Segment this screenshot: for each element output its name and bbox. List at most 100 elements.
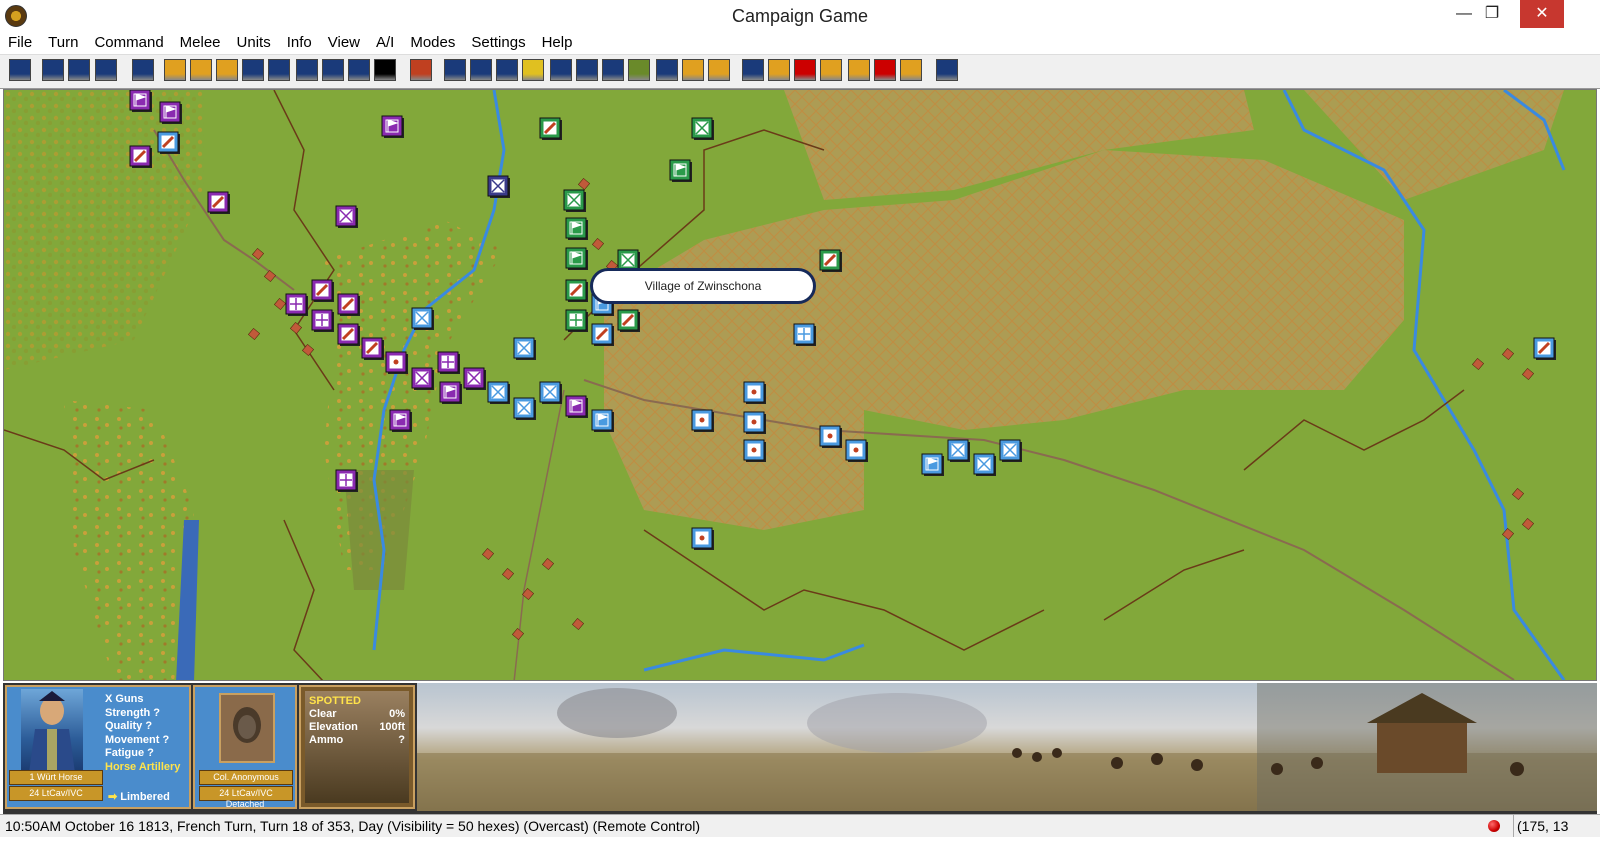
unit-counter[interactable] — [743, 411, 766, 434]
menu-units[interactable]: Units — [229, 32, 279, 54]
fire-icon[interactable] — [410, 59, 432, 81]
unit-counter[interactable] — [361, 337, 384, 360]
unit-counter[interactable] — [311, 309, 334, 332]
split-icon[interactable] — [682, 59, 704, 81]
combine-icon[interactable] — [708, 59, 730, 81]
unit-counter[interactable] — [691, 117, 714, 140]
close-button[interactable]: ✕ — [1520, 0, 1564, 28]
gear-icon[interactable] — [820, 59, 842, 81]
leader-icon[interactable] — [242, 59, 264, 81]
unit-counter[interactable] — [539, 381, 562, 404]
hex-icon[interactable] — [322, 59, 344, 81]
maximize-button[interactable]: ❐ — [1475, 0, 1509, 28]
flag-icon[interactable] — [444, 59, 466, 81]
cross-icon[interactable] — [656, 59, 678, 81]
unit-counter[interactable] — [337, 293, 360, 316]
new-icon[interactable] — [42, 59, 64, 81]
unit-counter[interactable] — [819, 425, 842, 448]
unit-counter[interactable] — [389, 409, 412, 432]
unit-counter[interactable] — [411, 367, 434, 390]
red-icon[interactable] — [794, 59, 816, 81]
unit-counter[interactable] — [513, 337, 536, 360]
unit-counter[interactable] — [947, 439, 970, 462]
menu-file[interactable]: File — [0, 32, 40, 54]
menu-turn[interactable]: Turn — [40, 32, 86, 54]
unit-counter[interactable] — [487, 175, 510, 198]
menu-ai[interactable]: A/I — [368, 32, 402, 54]
unit-counter[interactable] — [335, 469, 358, 492]
chain-icon[interactable] — [900, 59, 922, 81]
unit-counter[interactable] — [819, 249, 842, 272]
game-map[interactable]: Village of Zwinschona — [3, 89, 1597, 681]
unit-counter[interactable] — [335, 205, 358, 228]
unit-counter[interactable] — [129, 145, 152, 168]
unit-counter[interactable] — [437, 351, 460, 374]
unit-counter[interactable] — [743, 381, 766, 404]
menu-settings[interactable]: Settings — [463, 32, 533, 54]
unit-counter[interactable] — [743, 439, 766, 462]
oval-icon[interactable] — [522, 59, 544, 81]
help-icon[interactable] — [936, 59, 958, 81]
center-icon[interactable] — [9, 59, 31, 81]
open-icon[interactable] — [68, 59, 90, 81]
menu-modes[interactable]: Modes — [402, 32, 463, 54]
unit-counter[interactable] — [207, 191, 230, 214]
unit-counter[interactable] — [591, 409, 614, 432]
box-icon[interactable] — [296, 59, 318, 81]
unit-counter[interactable] — [337, 323, 360, 346]
unit-counter[interactable] — [591, 323, 614, 346]
disc-icon[interactable] — [874, 59, 896, 81]
menu-info[interactable]: Info — [279, 32, 320, 54]
unit-counter[interactable] — [845, 439, 868, 462]
unit-counter[interactable] — [691, 409, 714, 432]
compass-icon[interactable] — [470, 59, 492, 81]
unit-counter[interactable] — [793, 323, 816, 346]
unit-counter[interactable] — [691, 527, 714, 550]
ball-icon[interactable] — [374, 59, 396, 81]
order-icon[interactable] — [164, 59, 186, 81]
unit-info-panel[interactable]: X Guns Strength ? Quality ? Movement ? F… — [5, 685, 191, 809]
menu-command[interactable]: Command — [86, 32, 171, 54]
unit-counter[interactable] — [439, 381, 462, 404]
chart-icon[interactable] — [496, 59, 518, 81]
pin-icon[interactable] — [576, 59, 598, 81]
tent-icon[interactable] — [602, 59, 624, 81]
menu-melee[interactable]: Melee — [172, 32, 229, 54]
order3-icon[interactable] — [216, 59, 238, 81]
unit-counter[interactable] — [311, 279, 334, 302]
unit-counter[interactable] — [411, 307, 434, 330]
unit-counter[interactable] — [565, 395, 588, 418]
unit-counter[interactable] — [617, 309, 640, 332]
menu-help[interactable]: Help — [534, 32, 581, 54]
leader-panel[interactable]: Col. Anonymous 24 LtCav/IVC Detached — [193, 685, 297, 809]
unit-counter[interactable] — [463, 367, 486, 390]
d-icon[interactable] — [848, 59, 870, 81]
save-icon[interactable] — [95, 59, 117, 81]
unit-counter[interactable] — [565, 309, 588, 332]
target-icon[interactable] — [268, 59, 290, 81]
unit-counter[interactable] — [157, 131, 180, 154]
unit-counter[interactable] — [999, 439, 1022, 462]
map-canvas[interactable] — [4, 90, 1597, 681]
unit-counter[interactable] — [565, 247, 588, 270]
unit-counter[interactable] — [513, 397, 536, 420]
unit-counter[interactable] — [565, 217, 588, 240]
unit-counter[interactable] — [129, 90, 152, 112]
ammo-icon[interactable] — [742, 59, 764, 81]
unit-counter[interactable] — [539, 117, 562, 140]
scenario-icon[interactable] — [132, 59, 154, 81]
unit-counter[interactable] — [565, 279, 588, 302]
order2-icon[interactable] — [190, 59, 212, 81]
unit-counter[interactable] — [563, 189, 586, 212]
dark-icon[interactable] — [348, 59, 370, 81]
unit-counter[interactable] — [973, 453, 996, 476]
unit-counter[interactable] — [1533, 337, 1556, 360]
unit-counter[interactable] — [669, 159, 692, 182]
coin-icon[interactable] — [768, 59, 790, 81]
star-icon[interactable] — [550, 59, 572, 81]
unit-counter[interactable] — [487, 381, 510, 404]
unit-counter[interactable] — [381, 115, 404, 138]
unit-counter[interactable] — [159, 101, 182, 124]
unit-counter[interactable] — [921, 453, 944, 476]
wagon-icon[interactable] — [628, 59, 650, 81]
